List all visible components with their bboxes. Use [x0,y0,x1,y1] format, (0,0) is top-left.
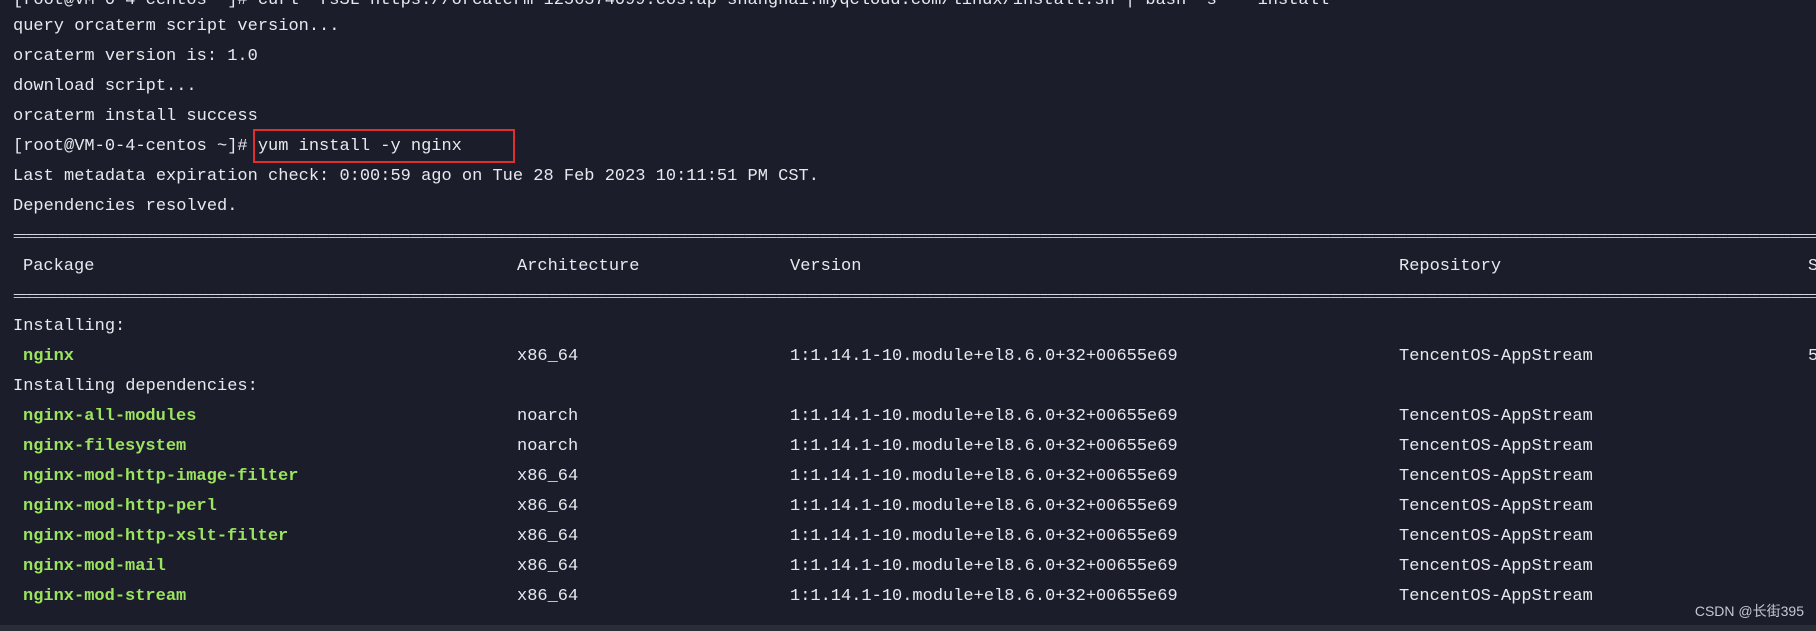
package-version: 1:1.14.1-10.module+el8.6.0+32+00655e69 [790,437,1178,456]
terminal-bottom-edge [0,625,1816,631]
package-arch: x86_64 [517,347,579,366]
header-size: Size [1808,257,1816,276]
package-arch: noarch [517,437,579,456]
package-arch: x86_64 [517,557,579,576]
table-row: nginx-filesystem noarch 1:1.14.1-10.modu… [0,432,1816,462]
package-arch: x86_64 [517,467,579,486]
package-name: nginx-mod-stream [23,587,187,606]
package-size: 5 [1808,347,1816,366]
csdn-watermark: CSDN @长街395 [1694,603,1804,619]
table-row: nginx x86_64 1:1.14.1-10.module+el8.6.0+… [0,342,1816,372]
command-highlight-box [253,129,515,163]
package-repo: TencentOS-AppStream [1399,497,1593,516]
header-architecture: Architecture [517,257,640,276]
package-version: 1:1.14.1-10.module+el8.6.0+32+00655e69 [790,527,1178,546]
header-package: Package [23,257,95,276]
package-repo: TencentOS-AppStream [1399,437,1593,456]
header-version: Version [790,257,862,276]
terminal-output[interactable]: [root@VM-0-4-centos ~]# curl -fsSL https… [0,0,1816,631]
package-name: nginx-mod-http-perl [23,497,217,516]
installing-label: Installing: [13,317,126,336]
dependencies-resolved-line: Dependencies resolved. [13,197,238,216]
package-version: 1:1.14.1-10.module+el8.6.0+32+00655e69 [790,557,1178,576]
separator-line: ========================================… [13,289,1816,304]
package-arch: x86_64 [517,527,579,546]
table-row: nginx-mod-stream x86_64 1:1.14.1-10.modu… [0,582,1816,612]
output-line: query orcaterm script version... [13,17,340,36]
package-version: 1:1.14.1-10.module+el8.6.0+32+00655e69 [790,497,1178,516]
table-row: nginx-mod-http-image-filter x86_64 1:1.1… [0,462,1816,492]
output-line: orcaterm install success [13,107,258,126]
table-header-row: Package Architecture Version Repository … [0,252,1816,282]
package-name: nginx-all-modules [23,407,197,426]
package-arch: noarch [517,407,579,426]
header-repository: Repository [1399,257,1502,276]
table-row: nginx-mod-http-xslt-filter x86_64 1:1.14… [0,522,1816,552]
package-repo: TencentOS-AppStream [1399,557,1593,576]
package-version: 1:1.14.1-10.module+el8.6.0+32+00655e69 [790,347,1178,366]
shell-prompt: [root@VM-0-4-centos ~]# [13,137,258,156]
package-version: 1:1.14.1-10.module+el8.6.0+32+00655e69 [790,587,1178,606]
package-name: nginx [23,347,75,366]
package-arch: x86_64 [517,497,579,516]
package-arch: x86_64 [517,587,579,606]
package-repo: TencentOS-AppStream [1399,467,1593,486]
package-repo: TencentOS-AppStream [1399,527,1593,546]
table-row: nginx-all-modules noarch 1:1.14.1-10.mod… [0,402,1816,432]
package-repo: TencentOS-AppStream [1399,347,1593,366]
table-row: nginx-mod-http-perl x86_64 1:1.14.1-10.m… [0,492,1816,522]
metadata-line: Last metadata expiration check: 0:00:59 … [13,167,819,186]
package-repo: TencentOS-AppStream [1399,407,1593,426]
package-name: nginx-mod-http-xslt-filter [23,527,289,546]
output-line: download script... [13,77,197,96]
output-line: orcaterm version is: 1.0 [13,47,258,66]
installing-dependencies-label: Installing dependencies: [13,377,258,396]
package-repo: TencentOS-AppStream [1399,587,1593,606]
package-version: 1:1.14.1-10.module+el8.6.0+32+00655e69 [790,407,1178,426]
table-row: nginx-mod-mail x86_64 1:1.14.1-10.module… [0,552,1816,582]
package-name: nginx-mod-mail [23,557,166,576]
package-version: 1:1.14.1-10.module+el8.6.0+32+00655e69 [790,467,1178,486]
separator-line: ========================================… [13,229,1816,244]
package-name: nginx-mod-http-image-filter [23,467,299,486]
package-name: nginx-filesystem [23,437,187,456]
